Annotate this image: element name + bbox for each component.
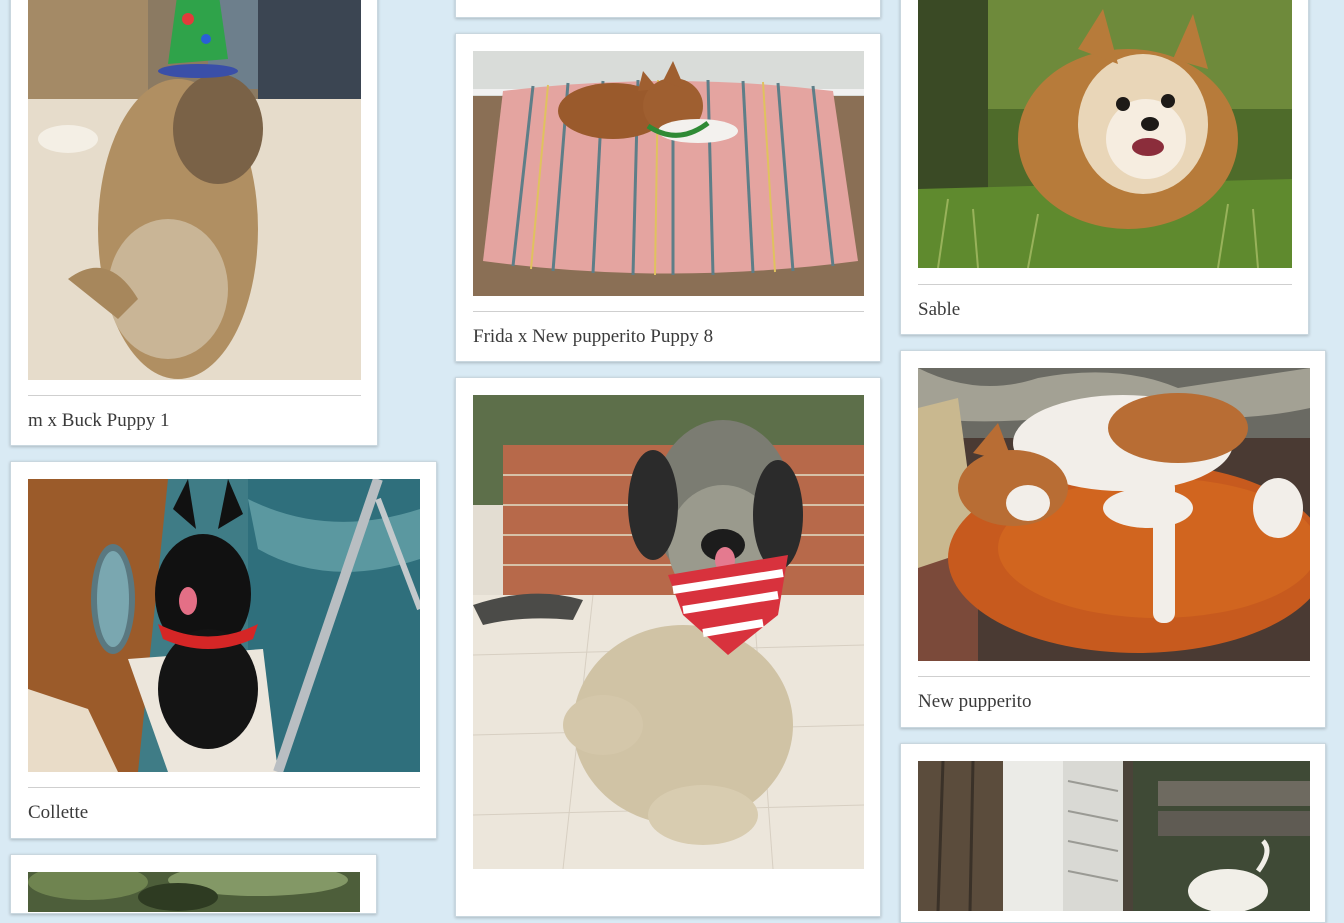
- gallery-card[interactable]: Sable: [900, 0, 1309, 335]
- card-caption: New pupperito: [918, 691, 1032, 712]
- gallery-card[interactable]: [900, 743, 1326, 923]
- card-divider: [918, 284, 1292, 285]
- black-dog-on-boat-photo[interactable]: [28, 479, 420, 772]
- shaggy-dog-with-bandana-photo[interactable]: [473, 395, 864, 869]
- card-caption: Sable: [918, 299, 961, 320]
- gallery-card[interactable]: m x Buck Puppy 1: [10, 0, 378, 446]
- card-divider: [28, 787, 420, 788]
- gallery-card[interactable]: Frida x New pupperito Puppy 8: [455, 33, 881, 362]
- dog-on-porch-photo[interactable]: [918, 761, 1310, 911]
- card-caption: Frida x New pupperito Puppy 8: [473, 326, 714, 347]
- dog-sleeping-on-pillow-photo[interactable]: [918, 368, 1310, 661]
- dog-in-party-hat-photo[interactable]: [28, 0, 361, 380]
- gallery-card[interactable]: [455, 0, 881, 18]
- small-fluffy-dog-in-grass-photo[interactable]: [918, 0, 1292, 268]
- gallery-card[interactable]: [10, 854, 377, 914]
- dog-in-garden-photo[interactable]: [28, 872, 360, 912]
- card-divider: [28, 395, 361, 396]
- gallery-card[interactable]: New pupperito: [900, 350, 1326, 728]
- dog-on-striped-bed-photo[interactable]: [473, 51, 864, 296]
- gallery-card[interactable]: [455, 377, 881, 917]
- gallery-card[interactable]: Collette: [10, 461, 437, 839]
- card-divider: [918, 676, 1310, 677]
- card-caption: Collette: [28, 802, 89, 823]
- card-divider: [473, 311, 864, 312]
- card-caption: m x Buck Puppy 1: [28, 410, 170, 431]
